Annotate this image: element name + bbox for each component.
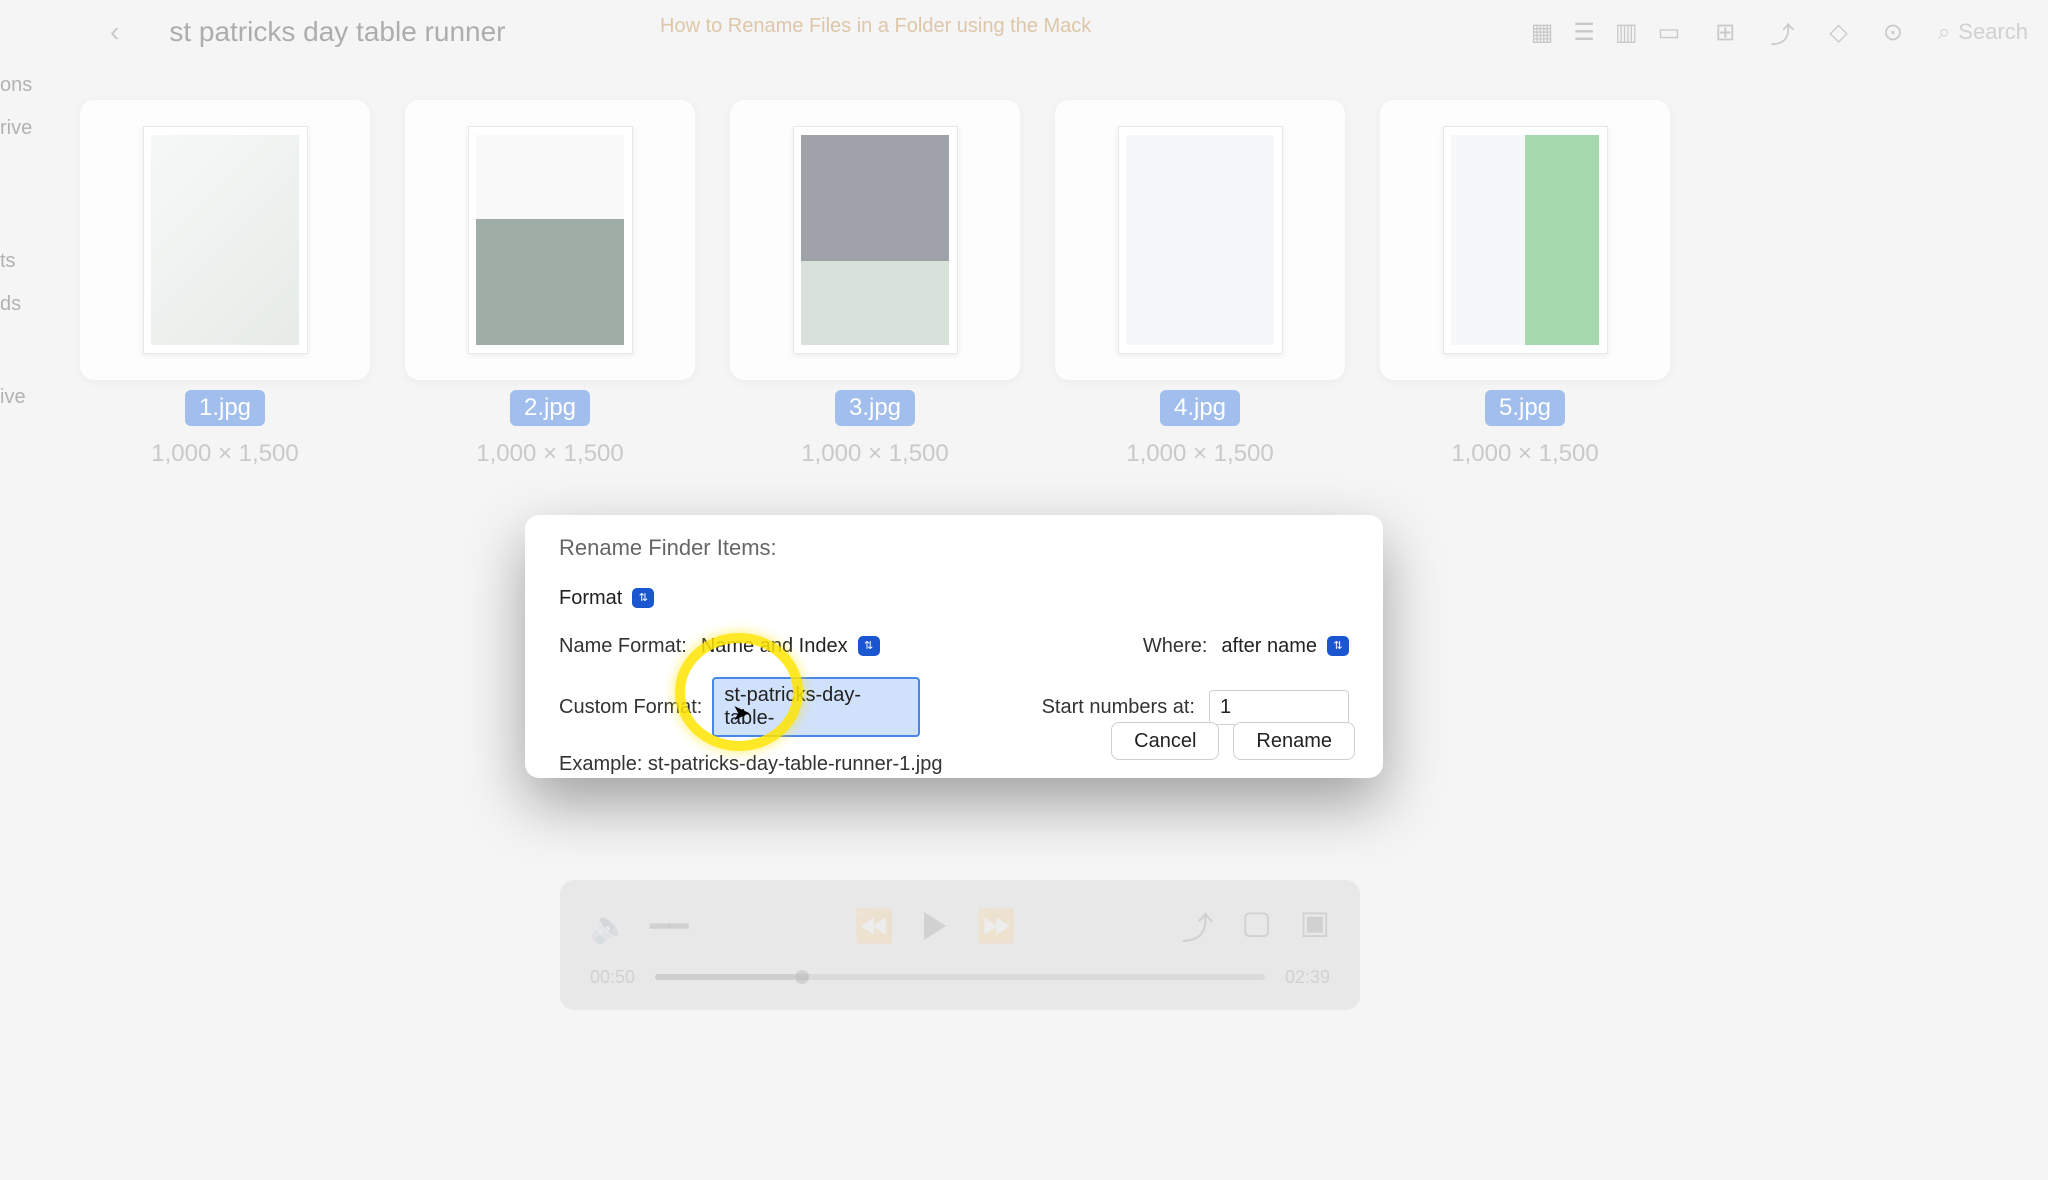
rewind-icon[interactable]: ⏪ (854, 907, 894, 945)
document-tab: How to Rename Files in a Folder using th… (660, 15, 1091, 38)
file-item[interactable]: 3.jpg 1,000 × 1,500 (730, 100, 1020, 468)
share-icon[interactable]: ⤴ (1182, 903, 1214, 949)
list-view-icon[interactable]: ☰ (1573, 18, 1595, 47)
search-icon: ⌕ (1938, 19, 1950, 45)
where-select[interactable]: after name ⇅ (1221, 629, 1349, 663)
icon-view-icon[interactable]: ▦ (1531, 18, 1554, 47)
forward-icon[interactable]: ⏩ (976, 907, 1016, 945)
file-dimensions: 1,000 × 1,500 (1451, 440, 1598, 468)
tag-icon[interactable]: ◇ (1829, 18, 1847, 47)
video-progress[interactable] (655, 974, 1265, 980)
file-item[interactable]: 5.jpg 1,000 × 1,500 (1380, 100, 1670, 468)
custom-format-input[interactable]: st-patricks-day-table- (712, 677, 920, 737)
rename-dialog: Rename Finder Items: Format ⇅ Name Forma… (525, 515, 1383, 778)
chevron-updown-icon: ⇅ (1327, 636, 1349, 656)
pip-icon[interactable]: ▣ (1300, 903, 1330, 949)
file-dimensions: 1,000 × 1,500 (801, 440, 948, 468)
column-view-icon[interactable]: ▥ (1615, 18, 1638, 47)
name-format-select[interactable]: Name and Index ⇅ (701, 629, 880, 663)
file-item[interactable]: 4.jpg 1,000 × 1,500 (1055, 100, 1345, 468)
volume-icon[interactable]: 🔈 (590, 907, 630, 945)
start-numbers-label: Start numbers at: (1042, 696, 1195, 719)
chevron-updown-icon: ⇅ (858, 636, 880, 656)
mode-select[interactable]: Format ⇅ (559, 581, 654, 615)
search-label: Search (1958, 19, 2028, 45)
back-icon[interactable]: ‹ (110, 16, 119, 48)
sidebar-item[interactable]: ive (0, 376, 50, 419)
file-item[interactable]: 1.jpg 1,000 × 1,500 (80, 100, 370, 468)
file-name: 5.jpg (1485, 390, 1565, 426)
play-icon[interactable] (924, 912, 946, 940)
search-box[interactable]: ⌕ Search (1938, 19, 2028, 45)
file-dimensions: 1,000 × 1,500 (476, 440, 623, 468)
cancel-button[interactable]: Cancel (1111, 722, 1219, 760)
folder-title: st patricks day table runner (169, 16, 505, 48)
sidebar-item[interactable]: ds (0, 283, 50, 326)
dialog-title: Rename Finder Items: (559, 535, 1349, 561)
sidebar-item[interactable]: ts (0, 240, 50, 283)
volume-slider[interactable]: ━━ (650, 907, 689, 945)
file-name: 1.jpg (185, 390, 265, 426)
sidebar-item[interactable]: ons (0, 64, 50, 107)
finder-sidebar: ons rive ts ds ive (0, 64, 50, 964)
time-total: 02:39 (1285, 967, 1330, 988)
view-mode-icons[interactable]: ▦ ☰ ▥ ▭ (1531, 18, 1681, 47)
rename-button[interactable]: Rename (1233, 722, 1355, 760)
video-controls-bar: 🔈 ━━ ⏪ ⏩ ⤴ ▢ ▣ 00:50 02:39 (560, 880, 1360, 1010)
file-name: 4.jpg (1160, 390, 1240, 426)
file-name: 2.jpg (510, 390, 590, 426)
gallery-view-icon[interactable]: ▭ (1658, 18, 1681, 47)
file-item[interactable]: 2.jpg 1,000 × 1,500 (405, 100, 695, 468)
sidebar-item[interactable]: rive (0, 107, 50, 150)
name-format-label: Name Format: (559, 635, 687, 658)
share-icon[interactable]: ⤴ (1770, 15, 1794, 50)
file-dimensions: 1,000 × 1,500 (1126, 440, 1273, 468)
finder-toolbar: ‹ st patricks day table runner How to Re… (0, 0, 2048, 64)
action-icon[interactable]: ⊙ (1883, 18, 1903, 47)
where-label: Where: (1143, 635, 1207, 658)
custom-format-label: Custom Format: (559, 696, 702, 719)
group-icon[interactable]: ⊞ (1715, 18, 1735, 47)
file-dimensions: 1,000 × 1,500 (151, 440, 298, 468)
airplay-icon[interactable]: ▢ (1242, 903, 1272, 949)
finder-icon-grid: 1.jpg 1,000 × 1,500 2.jpg 1,000 × 1,500 … (80, 100, 1968, 468)
file-name: 3.jpg (835, 390, 915, 426)
start-numbers-input[interactable]: 1 (1209, 690, 1349, 725)
time-current: 00:50 (590, 967, 635, 988)
chevron-updown-icon: ⇅ (632, 588, 654, 608)
